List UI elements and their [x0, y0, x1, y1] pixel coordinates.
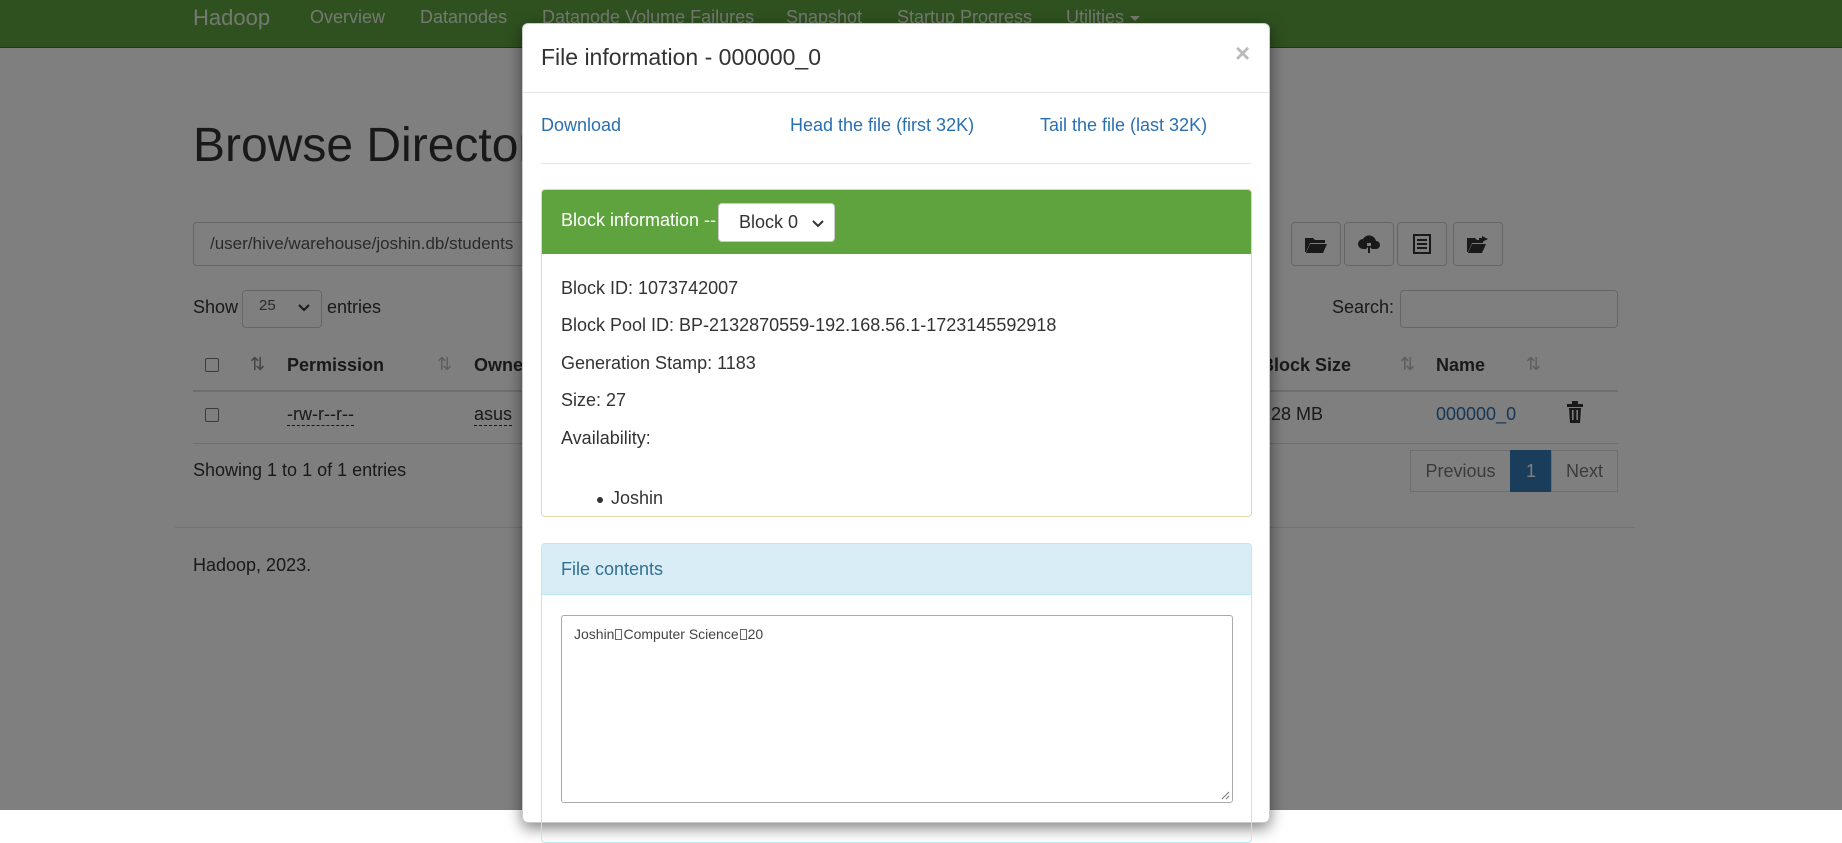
block-select[interactable]: Block 0 [718, 203, 835, 242]
file-information-dialog: File information - 000000_0 × Download H… [522, 23, 1270, 843]
file-contents-heading: File contents [542, 544, 1251, 595]
content-field: Computer Science [623, 626, 739, 642]
block-size: Size: 27 [561, 390, 627, 410]
field-separator-glyph [615, 629, 623, 640]
dialog-title: File information - 000000_0 [541, 44, 821, 70]
list-bullet [597, 497, 603, 503]
availability-host: Joshin [611, 488, 664, 508]
tail-file-link[interactable]: Tail the file (last 32K) [1040, 115, 1207, 136]
block-id: Block ID: 1073742007 [561, 278, 739, 298]
actions-divider [541, 163, 1251, 164]
file-contents-label: File contents [561, 559, 664, 579]
block-select-value: Block 0 [739, 212, 799, 232]
dialog-header-divider [523, 92, 1269, 93]
close-icon[interactable]: × [1235, 38, 1250, 69]
head-file-link[interactable]: Head the file (first 32K) [790, 115, 974, 136]
block-pool-id: Block Pool ID: BP-2132870559-192.168.56.… [561, 315, 1057, 335]
file-contents-panel: File contents Joshin Computer Science 20 [541, 543, 1252, 843]
content-field: 20 [747, 626, 764, 642]
chevron-down-icon [812, 220, 824, 228]
download-link[interactable]: Download [541, 115, 621, 136]
generation-stamp: Generation Stamp: 1183 [561, 353, 756, 373]
block-information-label: Block information -- [561, 210, 717, 230]
block-information-panel: Block information -- Block 0 Block ID: 1… [541, 189, 1252, 517]
availability-label: Availability: [561, 428, 651, 448]
field-separator-glyph [739, 629, 747, 640]
content-field: Joshin [574, 626, 615, 642]
block-information-heading: Block information -- Block 0 [542, 190, 1251, 254]
file-contents-textarea[interactable]: Joshin Computer Science 20 [561, 615, 1233, 803]
resize-handle-icon[interactable] [1220, 790, 1230, 800]
